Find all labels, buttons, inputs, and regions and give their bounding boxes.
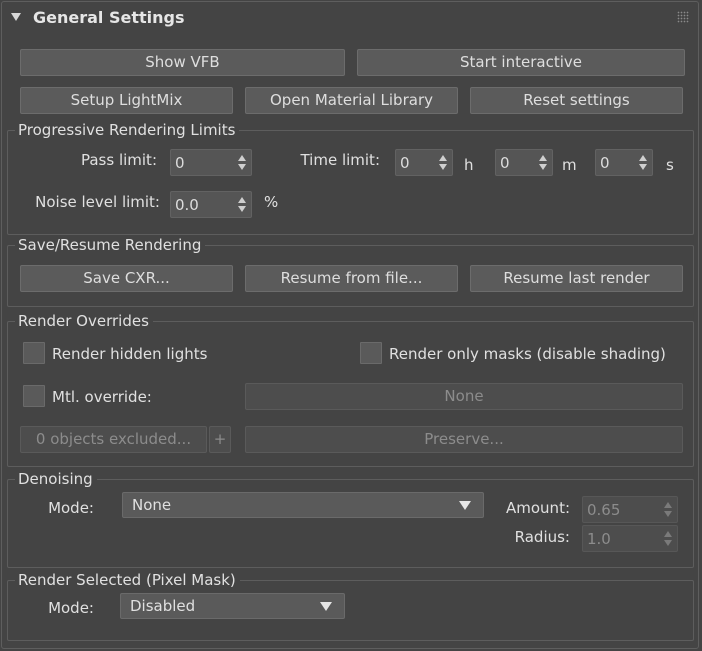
- amount-spinner[interactable]: 0.65: [582, 496, 678, 523]
- minutes-spinner[interactable]: 0: [495, 149, 553, 176]
- pass-limit-value: 0: [175, 154, 185, 172]
- save-resume-title: Save/Resume Rendering: [15, 236, 206, 254]
- render-selected-mode-dropdown[interactable]: Disabled: [120, 593, 345, 619]
- mtl-override-checkbox[interactable]: [23, 385, 45, 407]
- hours-value: 0: [400, 154, 410, 172]
- mtl-override-label[interactable]: Mtl. override:: [52, 388, 152, 406]
- reset-settings-button[interactable]: Reset settings: [470, 87, 683, 114]
- noise-level-spinner[interactable]: 0.0: [170, 191, 252, 218]
- objects-excluded-button[interactable]: 0 objects excluded...: [20, 426, 207, 453]
- preserve-button[interactable]: Preserve...: [245, 426, 683, 453]
- radius-value: 1.0: [587, 530, 611, 548]
- seconds-spinner[interactable]: 0: [595, 149, 653, 176]
- noise-unit: %: [264, 193, 279, 211]
- pass-limit-label: Pass limit:: [80, 151, 157, 169]
- start-interactive-button[interactable]: Start interactive: [357, 49, 685, 76]
- spinner-arrows-icon[interactable]: [664, 531, 673, 547]
- spinner-arrows-icon[interactable]: [238, 155, 247, 171]
- spinner-arrows-icon[interactable]: [238, 197, 247, 213]
- render-only-masks-label[interactable]: Render only masks (disable shading): [389, 345, 666, 363]
- render-selected-title: Render Selected (Pixel Mask): [15, 571, 240, 589]
- mtl-override-material-button[interactable]: None: [245, 383, 683, 410]
- time-limit-label: Time limit:: [300, 151, 380, 169]
- denoising-mode-value: None: [132, 496, 172, 514]
- hours-unit: h: [464, 156, 474, 174]
- render-hidden-lights-label[interactable]: Render hidden lights: [52, 345, 207, 363]
- drag-grip-icon[interactable]: [677, 11, 689, 23]
- rollout-title[interactable]: General Settings: [33, 8, 185, 27]
- seconds-value: 0: [600, 154, 610, 172]
- open-material-library-button[interactable]: Open Material Library: [245, 87, 458, 114]
- radius-spinner[interactable]: 1.0: [582, 525, 678, 552]
- amount-value: 0.65: [587, 501, 621, 519]
- spinner-arrows-icon[interactable]: [439, 155, 448, 171]
- seconds-unit: s: [666, 156, 674, 174]
- add-excluded-button[interactable]: +: [209, 426, 231, 453]
- denoising-mode-label: Mode:: [48, 499, 94, 517]
- render-hidden-lights-checkbox[interactable]: [23, 342, 45, 364]
- pass-limit-spinner[interactable]: 0: [170, 149, 252, 176]
- minutes-value: 0: [500, 154, 510, 172]
- chevron-down-icon: [320, 602, 332, 611]
- render-overrides-title: Render Overrides: [15, 312, 153, 330]
- render-selected-group: [7, 580, 694, 641]
- noise-level-label: Noise level limit:: [35, 193, 160, 211]
- resume-last-render-button[interactable]: Resume last render: [470, 265, 683, 292]
- render-selected-mode-value: Disabled: [130, 597, 196, 615]
- hours-spinner[interactable]: 0: [395, 149, 453, 176]
- radius-label: Radius:: [514, 528, 570, 546]
- progressive-rendering-group: [7, 130, 694, 235]
- chevron-down-icon: [459, 501, 471, 510]
- render-selected-mode-label: Mode:: [48, 599, 94, 617]
- collapse-triangle-icon[interactable]: [11, 13, 21, 21]
- progressive-rendering-title: Progressive Rendering Limits: [15, 121, 240, 139]
- resume-from-file-button[interactable]: Resume from file...: [245, 265, 458, 292]
- spinner-arrows-icon[interactable]: [639, 155, 648, 171]
- amount-label: Amount:: [506, 499, 570, 517]
- denoising-title: Denoising: [15, 470, 97, 488]
- spinner-arrows-icon[interactable]: [539, 155, 548, 171]
- save-cxr-button[interactable]: Save CXR...: [20, 265, 233, 292]
- render-only-masks-checkbox[interactable]: [360, 342, 382, 364]
- show-vfb-button[interactable]: Show VFB: [20, 49, 345, 76]
- denoising-mode-dropdown[interactable]: None: [122, 492, 484, 518]
- noise-level-value: 0.0: [175, 196, 199, 214]
- setup-lightmix-button[interactable]: Setup LightMix: [20, 87, 233, 114]
- spinner-arrows-icon[interactable]: [664, 502, 673, 518]
- minutes-unit: m: [562, 156, 577, 174]
